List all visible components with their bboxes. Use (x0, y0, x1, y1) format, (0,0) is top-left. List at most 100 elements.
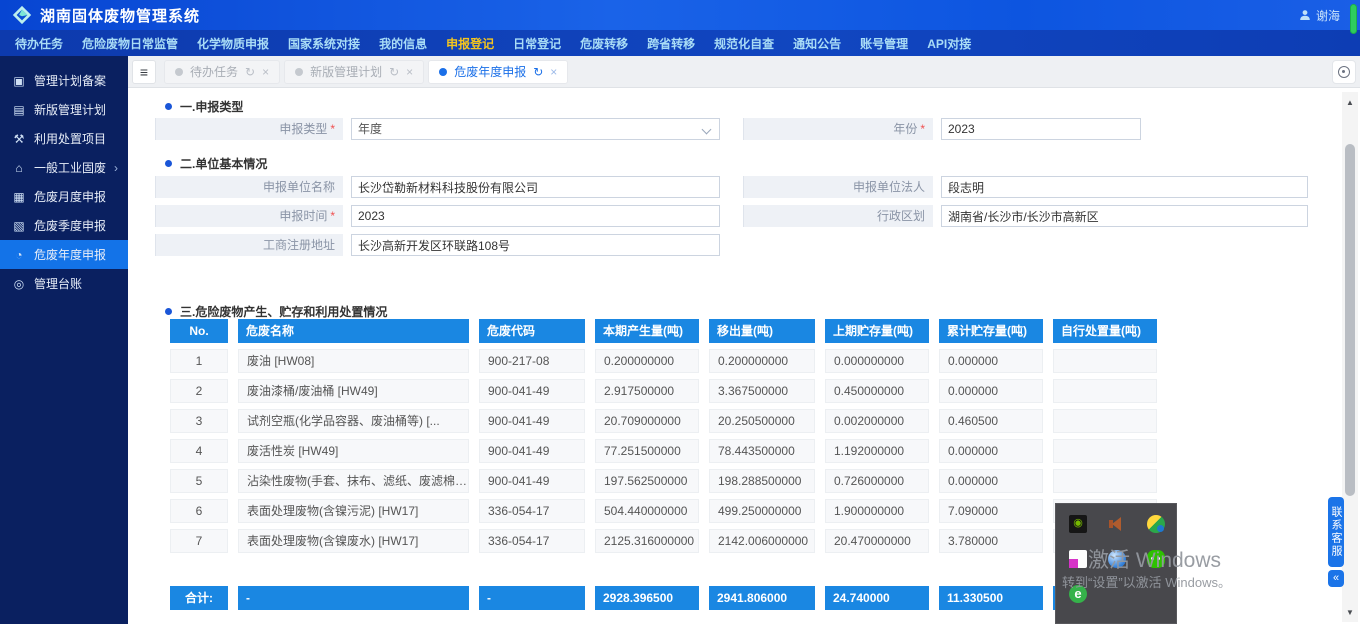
screen-toggle-button[interactable] (1332, 60, 1356, 84)
table-cell: 20.470000000 (825, 529, 929, 553)
table-cell: 0.450000000 (825, 379, 929, 403)
sidebar-item-label: 一般工业固废 (34, 159, 106, 176)
nav-item-10[interactable]: 通知公告 (793, 35, 841, 52)
user-name: 谢海 (1316, 7, 1340, 24)
nav-item-9[interactable]: 规范化自查 (714, 35, 774, 52)
table-cell: 7 (170, 529, 228, 553)
table-cell: 6 (170, 499, 228, 523)
sidebar-item-3[interactable]: ⌂一般工业固废› (0, 153, 128, 182)
nav-item-6[interactable]: 日常登记 (513, 35, 561, 52)
table-cell: 2125.316000000 (595, 529, 699, 553)
declare-type-select[interactable]: 年度 (351, 118, 720, 140)
table-total-row: 合计:--2928.3965002941.80600024.74000011.3… (170, 586, 1157, 610)
table-total-cell: 2928.396500 (595, 586, 699, 610)
user-avatar-icon (1299, 9, 1311, 21)
document-app-icon[interactable] (1069, 550, 1087, 568)
nav-item-3[interactable]: 国家系统对接 (288, 35, 360, 52)
year-label: 年份* (743, 118, 933, 140)
table-cell: 废油 [HW08] (238, 349, 469, 373)
nav-item-12[interactable]: API对接 (927, 35, 971, 52)
table-cell: 0.000000000 (825, 349, 929, 373)
region-label: 行政区划 (743, 205, 933, 227)
nav-item-1[interactable]: 危险废物日常监管 (82, 35, 178, 52)
collapse-panel-button[interactable]: « (1328, 570, 1344, 587)
table-cell: 198.288500000 (709, 469, 815, 493)
address-label: 工商注册地址 (155, 234, 343, 256)
legal-person-input[interactable] (941, 176, 1308, 198)
nvidia-icon[interactable]: ◉ (1069, 515, 1087, 533)
table-cell: 2.917500000 (595, 379, 699, 403)
app-title: 湖南固体废物管理系统 (40, 5, 200, 26)
sidebar-item-1[interactable]: ▤新版管理计划 (0, 95, 128, 124)
sidebar-item-7[interactable]: ◎管理台账 (0, 269, 128, 298)
sidebar-item-6[interactable]: ◔危废年度申报 (0, 240, 128, 269)
table-total-cell: 11.330500 (939, 586, 1043, 610)
table-cell: 336-054-17 (479, 499, 585, 523)
table-cell (1053, 469, 1157, 493)
table-cell: 废活性炭 [HW49] (238, 439, 469, 463)
nav-item-4[interactable]: 我的信息 (379, 35, 427, 52)
year-input[interactable] (941, 118, 1141, 140)
nav-item-0[interactable]: 待办任务 (15, 35, 63, 52)
sidebar-item-5[interactable]: ▧危废季度申报 (0, 211, 128, 240)
sidebar-item-2[interactable]: ⚒利用处置项目 (0, 124, 128, 153)
tab-1[interactable]: 新版管理计划 ↻ × (284, 60, 424, 84)
tab-status-dot (439, 68, 447, 76)
sidebar-item-0[interactable]: ▣管理计划备案 (0, 66, 128, 95)
vertical-scrollbar[interactable]: ▲ ▼ (1342, 92, 1358, 622)
close-icon[interactable]: × (406, 65, 413, 79)
annual-report-icon: ◔ (12, 248, 26, 262)
industry-icon: ⌂ (12, 161, 26, 175)
table-cell (1053, 349, 1157, 373)
game-controller-icon[interactable] (1147, 515, 1165, 533)
tab-label: 新版管理计划 (310, 63, 382, 80)
table-cell: 20.250500000 (709, 409, 815, 433)
sidebar-item-4[interactable]: ▦危废月度申报 (0, 182, 128, 211)
table-header-cell: 上期贮存量(吨) (825, 319, 929, 343)
table-header-cell: No. (170, 319, 228, 343)
monthly-report-icon: ▦ (12, 190, 26, 204)
scrollbar-thumb[interactable] (1345, 144, 1355, 496)
collapse-menu-icon[interactable]: ≡ (132, 60, 156, 84)
table-cell: 0.000000 (939, 349, 1043, 373)
edge-extension-handle[interactable] (1350, 4, 1357, 34)
app-logo-icon (12, 5, 32, 25)
refresh-icon[interactable]: ↻ (389, 65, 399, 79)
region-input[interactable] (941, 205, 1308, 227)
table-cell: 1.900000000 (825, 499, 929, 523)
declare-time-input[interactable] (351, 205, 720, 227)
section-3-title: 三.危险废物产生、贮存和利用处置情况 (165, 303, 387, 320)
table-cell (1053, 379, 1157, 403)
table-cell: 0.726000000 (825, 469, 929, 493)
tab-2[interactable]: 危废年度申报↻× (428, 60, 568, 84)
volume-icon[interactable] (1108, 515, 1126, 533)
windows-activation-hint: 转到“设置”以激活 Windows。 (1062, 572, 1231, 591)
scroll-up-icon[interactable]: ▲ (1342, 98, 1358, 107)
tab-0[interactable]: 待办任务↻× (164, 60, 280, 84)
ledger-icon: ◎ (12, 277, 26, 291)
close-icon[interactable]: × (550, 65, 557, 79)
scroll-down-icon[interactable]: ▼ (1342, 608, 1358, 617)
close-icon[interactable]: × (262, 65, 269, 79)
nav-item-5[interactable]: 申报登记 (446, 35, 494, 52)
user-menu[interactable]: 谢海 (1299, 0, 1340, 30)
table-cell: 900-041-49 (479, 409, 585, 433)
declare-time-label: 申报时间* (155, 205, 343, 227)
refresh-icon[interactable]: ↻ (533, 65, 543, 79)
table-cell: 900-041-49 (479, 379, 585, 403)
table-total-cell: 2941.806000 (709, 586, 815, 610)
contact-support-button[interactable]: 联系客服 (1328, 497, 1344, 567)
table-cell: 504.440000000 (595, 499, 699, 523)
section-1-title: 一.申报类型 (165, 98, 243, 115)
address-input[interactable] (351, 234, 720, 256)
nav-item-11[interactable]: 账号管理 (860, 35, 908, 52)
nav-item-8[interactable]: 跨省转移 (647, 35, 695, 52)
table-cell: 表面处理废物(含镍废水) [HW17] (238, 529, 469, 553)
refresh-icon[interactable]: ↻ (245, 65, 255, 79)
nav-item-7[interactable]: 危废转移 (580, 35, 628, 52)
table-cell: 0.460500 (939, 409, 1043, 433)
nav-item-2[interactable]: 化学物质申报 (197, 35, 269, 52)
unit-name-label: 申报单位名称 (155, 176, 343, 198)
table-cell: 3.780000 (939, 529, 1043, 553)
unit-name-input[interactable] (351, 176, 720, 198)
